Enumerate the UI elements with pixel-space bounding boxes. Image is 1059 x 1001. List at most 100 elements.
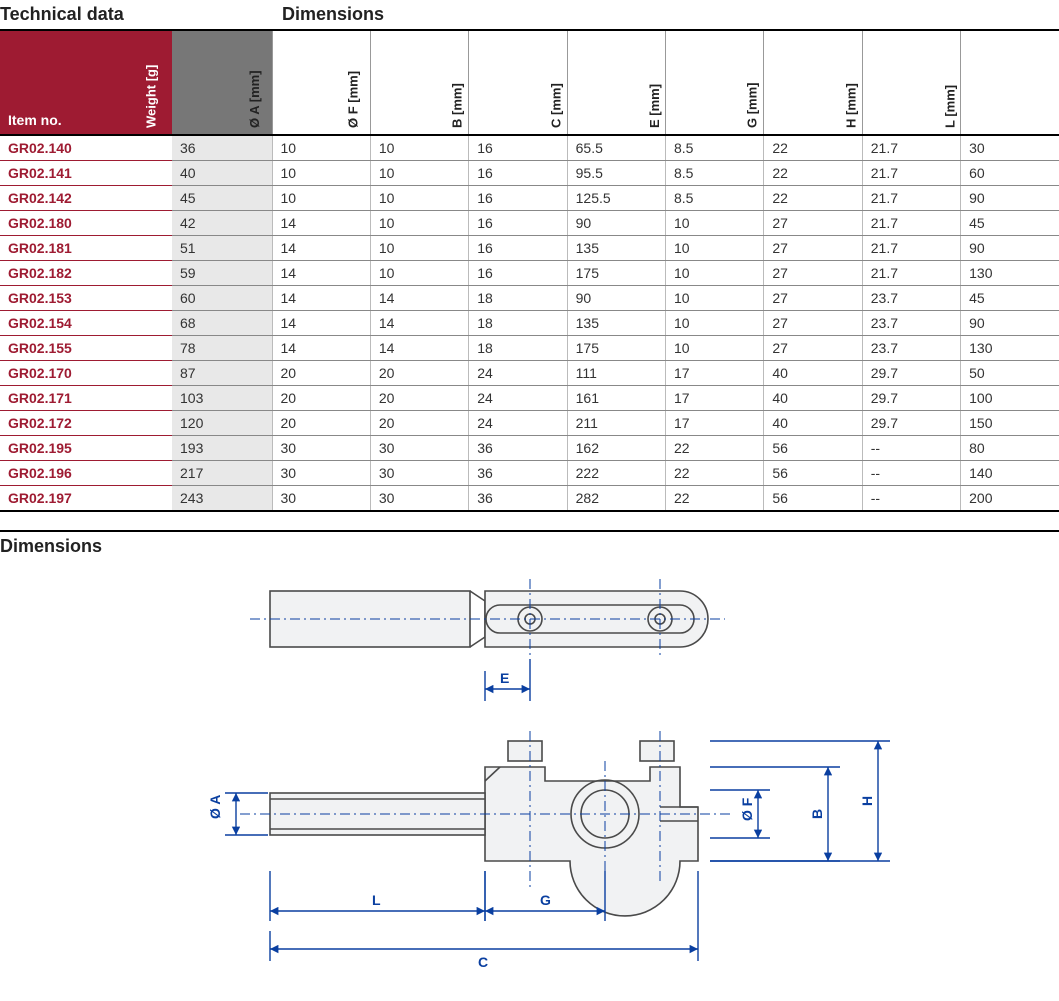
cell-b: 16	[469, 161, 567, 186]
cell-e: 17	[666, 411, 764, 436]
table-row: GR02.17087202024111174029.750	[0, 361, 1059, 386]
table-row: GR02.1403610101665.58.52221.730	[0, 135, 1059, 161]
cell-g: 27	[764, 261, 862, 286]
cell-c: 175	[567, 261, 665, 286]
cell-c: 282	[567, 486, 665, 512]
cell-a: 14	[272, 236, 370, 261]
cell-c: 161	[567, 386, 665, 411]
cell-a: 14	[272, 211, 370, 236]
dim-label-f: Ø F	[739, 797, 755, 821]
cell-l: 90	[961, 236, 1059, 261]
cell-g: 56	[764, 486, 862, 512]
cell-c: 175	[567, 336, 665, 361]
cell-f: 14	[370, 286, 468, 311]
cell-a: 14	[272, 261, 370, 286]
cell-f: 20	[370, 361, 468, 386]
table-row: GR02.1536014141890102723.745	[0, 286, 1059, 311]
cell-g: 27	[764, 311, 862, 336]
cell-weight: 60	[172, 286, 272, 311]
cell-h: 29.7	[862, 386, 960, 411]
cell-f: 30	[370, 486, 468, 512]
cell-f: 10	[370, 135, 468, 161]
cell-h: --	[862, 436, 960, 461]
cell-c: 135	[567, 311, 665, 336]
cell-a: 20	[272, 411, 370, 436]
cell-b: 36	[469, 436, 567, 461]
cell-g: 22	[764, 186, 862, 211]
cell-a: 10	[272, 135, 370, 161]
dim-label-h: H	[859, 796, 875, 806]
cell-item-no: GR02.182	[0, 261, 172, 286]
cell-e: 8.5	[666, 161, 764, 186]
cell-c: 95.5	[567, 161, 665, 186]
cell-e: 10	[666, 336, 764, 361]
cell-g: 22	[764, 161, 862, 186]
cell-b: 18	[469, 286, 567, 311]
cell-g: 40	[764, 361, 862, 386]
cell-weight: 87	[172, 361, 272, 386]
cell-l: 90	[961, 186, 1059, 211]
table-row: GR02.1414010101695.58.52221.760	[0, 161, 1059, 186]
dim-label-c: C	[478, 954, 488, 970]
cell-c: 90	[567, 286, 665, 311]
cell-a: 10	[272, 161, 370, 186]
cell-a: 30	[272, 436, 370, 461]
heading-dimensions: Dimensions	[272, 0, 1059, 29]
cell-item-no: GR02.154	[0, 311, 172, 336]
cell-item-no: GR02.140	[0, 135, 172, 161]
cell-e: 17	[666, 361, 764, 386]
cell-item-no: GR02.180	[0, 211, 172, 236]
cell-g: 27	[764, 236, 862, 261]
cell-l: 130	[961, 261, 1059, 286]
cell-h: 21.7	[862, 211, 960, 236]
technical-drawing: E	[150, 571, 910, 1001]
cell-c: 65.5	[567, 135, 665, 161]
cell-h: 29.7	[862, 361, 960, 386]
cell-f: 14	[370, 311, 468, 336]
cell-b: 16	[469, 211, 567, 236]
cell-e: 10	[666, 286, 764, 311]
cell-a: 14	[272, 286, 370, 311]
cell-g: 27	[764, 336, 862, 361]
cell-e: 17	[666, 386, 764, 411]
cell-g: 27	[764, 211, 862, 236]
cell-item-no: GR02.153	[0, 286, 172, 311]
data-table: Item no. Weight [g] Ø A [mm] Ø F [mm] B …	[0, 31, 1059, 512]
cell-b: 24	[469, 361, 567, 386]
cell-weight: 120	[172, 411, 272, 436]
table-row: GR02.15578141418175102723.7130	[0, 336, 1059, 361]
cell-e: 10	[666, 311, 764, 336]
cell-item-no: GR02.197	[0, 486, 172, 512]
cell-h: 21.7	[862, 135, 960, 161]
cell-b: 16	[469, 186, 567, 211]
dim-label-b: B	[809, 809, 825, 819]
cell-item-no: GR02.141	[0, 161, 172, 186]
dim-label-g: G	[540, 892, 551, 908]
cell-h: 21.7	[862, 186, 960, 211]
cell-b: 18	[469, 336, 567, 361]
cell-b: 24	[469, 386, 567, 411]
cell-g: 56	[764, 461, 862, 486]
cell-f: 14	[370, 336, 468, 361]
cell-h: --	[862, 486, 960, 512]
cell-l: 200	[961, 486, 1059, 512]
cell-l: 30	[961, 135, 1059, 161]
table-row: GR02.15468141418135102723.790	[0, 311, 1059, 336]
cell-f: 20	[370, 411, 468, 436]
dim-label-a: Ø A	[207, 795, 223, 819]
cell-e: 10	[666, 211, 764, 236]
cell-item-no: GR02.196	[0, 461, 172, 486]
cell-c: 211	[567, 411, 665, 436]
heading-technical-data: Technical data	[0, 0, 272, 29]
cell-weight: 42	[172, 211, 272, 236]
cell-c: 162	[567, 436, 665, 461]
cell-h: 23.7	[862, 286, 960, 311]
table-row: GR02.18151141016135102721.790	[0, 236, 1059, 261]
cell-b: 36	[469, 486, 567, 512]
cell-b: 24	[469, 411, 567, 436]
cell-e: 22	[666, 486, 764, 512]
cell-item-no: GR02.195	[0, 436, 172, 461]
cell-item-no: GR02.170	[0, 361, 172, 386]
cell-b: 16	[469, 236, 567, 261]
cell-weight: 217	[172, 461, 272, 486]
